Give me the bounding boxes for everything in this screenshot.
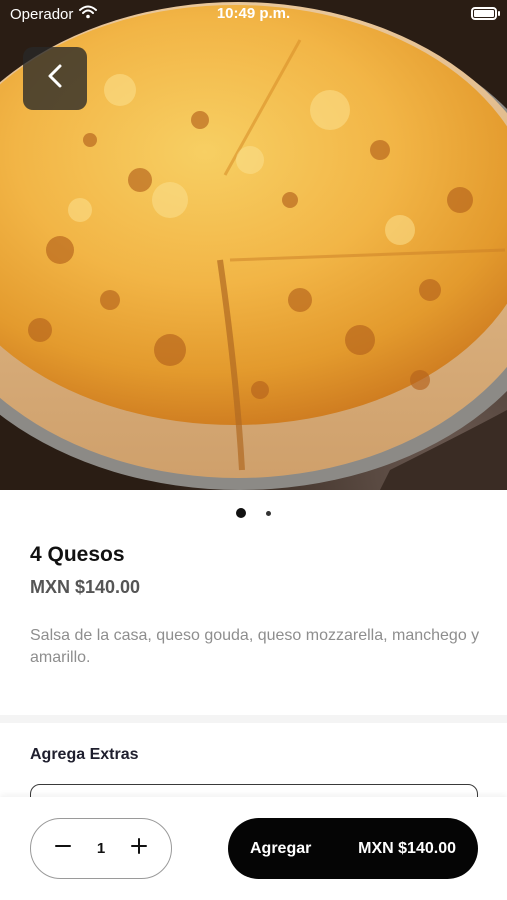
product-description: Salsa de la casa, queso gouda, queso moz… (30, 627, 480, 666)
battery-icon (471, 7, 500, 20)
plus-icon (131, 838, 147, 859)
status-bar: Operador 10:49 p.m. (0, 0, 507, 28)
add-button-price: MXN $140.00 (358, 839, 456, 857)
page-dot[interactable] (266, 510, 271, 516)
section-divider (0, 715, 507, 723)
quantity-stepper: 1 (30, 818, 172, 879)
extras-title: Agrega Extras (30, 746, 139, 763)
page-dot-active[interactable] (236, 508, 246, 518)
chevron-left-icon (45, 63, 65, 94)
product-name: 4 Quesos (30, 543, 125, 566)
decrement-button[interactable] (51, 837, 75, 861)
increment-button[interactable] (127, 837, 151, 861)
minus-icon (55, 838, 71, 859)
product-price: MXN $140.00 (30, 577, 141, 597)
add-button-label: Agregar (250, 839, 312, 857)
page-indicator (0, 506, 507, 520)
back-button[interactable] (23, 47, 87, 110)
quantity-value: 1 (96, 840, 106, 857)
bottom-action-bar: 1 Agregar MXN $140.00 (0, 797, 507, 900)
add-to-cart-button[interactable]: Agregar MXN $140.00 (228, 818, 478, 879)
status-time: 10:49 p.m. (216, 5, 291, 22)
